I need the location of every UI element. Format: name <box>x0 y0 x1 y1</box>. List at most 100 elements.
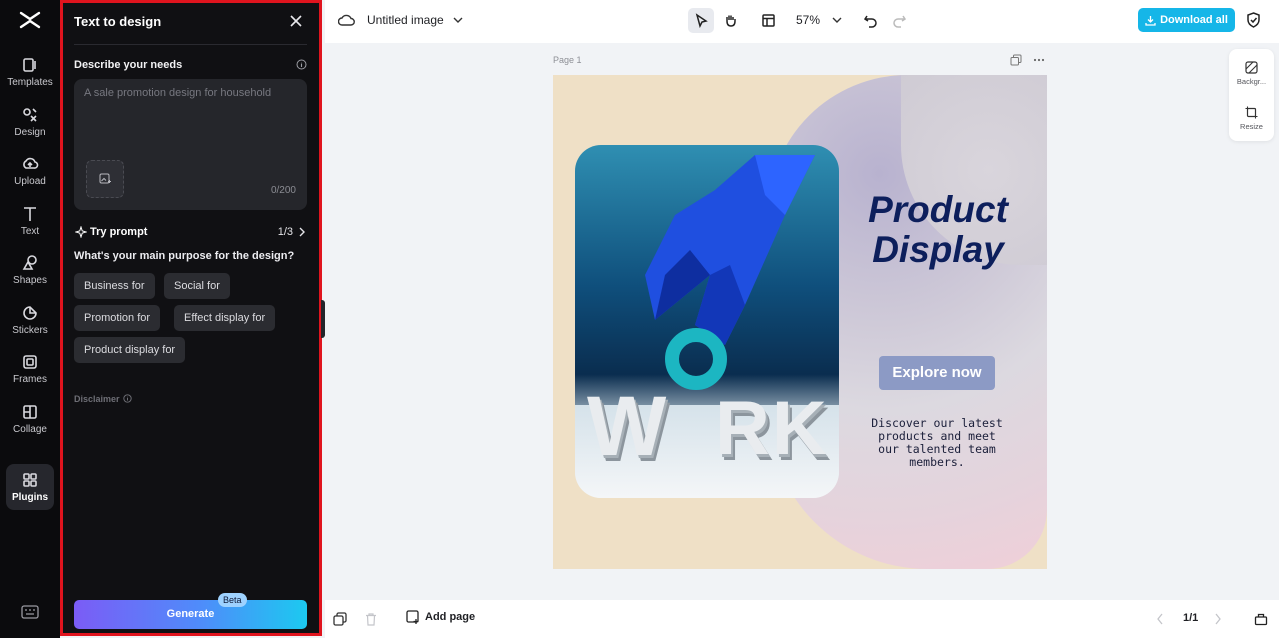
design-canvas[interactable]: W RK Product Display Explore now Discove… <box>553 75 1047 569</box>
disclaimer-label: Disclaimer <box>74 394 120 404</box>
shapes-icon <box>22 255 37 270</box>
resize-label: Resize <box>1240 121 1263 131</box>
design-icon <box>23 108 37 122</box>
shield-icon[interactable] <box>1246 12 1261 28</box>
prompt-chip-effect-display[interactable]: Effect display for <box>174 305 276 331</box>
chevron-down-icon[interactable] <box>453 16 463 24</box>
headline-text[interactable]: Product Display <box>853 190 1023 270</box>
explore-now-button[interactable]: Explore now <box>879 356 995 390</box>
pan-tool[interactable] <box>717 8 743 33</box>
layout-tool[interactable] <box>753 8 783 33</box>
collage-icon <box>23 405 37 419</box>
prompt-chip-business[interactable]: Business for <box>74 273 155 299</box>
char-counter: 0/200 <box>270 185 296 196</box>
rail-item-label: Shapes <box>13 275 47 286</box>
close-icon[interactable] <box>289 14 303 28</box>
more-options-icon[interactable] <box>1033 55 1045 65</box>
redo-icon <box>892 15 906 28</box>
prompt-chip-product-display[interactable]: Product display for <box>74 337 186 363</box>
rail-item-label: Stickers <box>12 325 48 336</box>
rail-item-label: Upload <box>14 176 46 187</box>
add-page-button[interactable]: Add page <box>406 610 475 624</box>
download-all-button[interactable]: Download all <box>1138 8 1235 32</box>
top-bar: Untitled image 57% Download all <box>325 0 1279 43</box>
resize-tool[interactable]: Resize <box>1229 98 1274 138</box>
rail-item-frames[interactable]: Frames <box>6 346 54 392</box>
info-icon[interactable] <box>296 59 307 70</box>
page-indicator: 1/1 <box>1183 612 1199 624</box>
cloud-sync-icon[interactable] <box>338 13 355 27</box>
prompt-input[interactable] <box>84 87 296 147</box>
teal-ring <box>665 328 727 390</box>
chevron-left-icon[interactable] <box>1155 612 1165 626</box>
rail-item-collage[interactable]: Collage <box>6 396 54 442</box>
rail-item-label: Design <box>14 127 46 138</box>
rail-item-label: Collage <box>13 424 47 435</box>
layout-icon <box>761 14 775 27</box>
bottom-bar: Add page 1/1 <box>325 600 1279 638</box>
layers-icon[interactable] <box>1254 612 1268 626</box>
try-prompt-row: Try prompt 1/3 <box>74 225 307 241</box>
prompt-page-indicator: 1/3 <box>277 226 293 238</box>
generate-button[interactable]: Generate <box>74 600 307 629</box>
beta-badge: Beta <box>218 593 247 607</box>
document-title[interactable]: Untitled image <box>367 13 444 27</box>
undo-button[interactable] <box>857 8 883 33</box>
zoom-level[interactable]: 57% <box>796 13 820 27</box>
blue-hand-illustration <box>645 155 815 345</box>
text-icon <box>24 207 36 221</box>
rail-item-label: Text <box>20 226 40 237</box>
redo-button[interactable] <box>886 8 912 33</box>
photo-letter-w: W <box>587 379 669 473</box>
pointer-icon <box>695 13 708 28</box>
add-page-icon <box>406 610 419 624</box>
panel-title: Text to design <box>74 14 162 29</box>
page-label: Page 1 <box>553 55 582 65</box>
rail-item-shapes[interactable]: Shapes <box>6 247 54 293</box>
add-image-icon <box>99 173 111 184</box>
divider <box>74 44 307 45</box>
headline-line-2: Display <box>872 229 1004 270</box>
side-tools: Backgr... Resize <box>1229 49 1274 141</box>
rail-item-plugins[interactable]: Plugins <box>6 464 54 510</box>
headline-line-1: Product <box>868 189 1008 230</box>
rail-item-label: Frames <box>13 374 47 385</box>
upload-icon <box>23 157 39 169</box>
copy-page-icon[interactable] <box>333 612 347 626</box>
rail-item-upload[interactable]: Upload <box>6 148 54 194</box>
try-prompt-label: Try prompt <box>90 226 148 238</box>
select-tool[interactable] <box>688 8 714 33</box>
disclaimer[interactable]: Disclaimer <box>74 394 132 404</box>
background-tool[interactable]: Backgr... <box>1229 53 1274 93</box>
image-upload-button[interactable] <box>86 160 124 198</box>
resize-icon <box>1245 106 1258 118</box>
prompt-chip-social[interactable]: Social for <box>164 273 230 299</box>
rail-item-templates[interactable]: Templates <box>6 49 54 95</box>
rail-item-stickers[interactable]: Stickers <box>6 297 54 343</box>
panel-collapse-handle[interactable] <box>321 300 325 338</box>
chevron-right-icon[interactable] <box>297 227 307 237</box>
keyboard-shortcuts-icon[interactable] <box>21 605 39 619</box>
trash-icon[interactable] <box>364 612 378 626</box>
rail-item-label: Plugins <box>11 492 49 503</box>
prompt-box: 0/200 <box>74 79 307 210</box>
plugins-icon <box>23 473 37 487</box>
duplicate-page-icon[interactable] <box>1010 54 1022 66</box>
prompt-chip-promotion[interactable]: Promotion for <box>74 305 161 331</box>
download-icon <box>1145 15 1156 26</box>
rail-item-text[interactable]: Text <box>6 198 54 244</box>
purpose-question: What's your main purpose for the design? <box>74 250 295 262</box>
describe-label: Describe your needs <box>74 59 183 71</box>
rail-item-label: Templates <box>7 77 53 88</box>
hand-icon <box>725 15 736 27</box>
sparkle-icon <box>75 226 87 238</box>
background-icon <box>1245 60 1258 74</box>
body-text[interactable]: Discover our latest products and meet ou… <box>871 417 1003 469</box>
capcut-logo-icon[interactable] <box>18 9 42 31</box>
frames-icon <box>23 355 37 369</box>
rail-item-design[interactable]: Design <box>6 99 54 145</box>
chevron-right-icon[interactable] <box>1213 612 1223 626</box>
work-3d-photo[interactable]: W RK <box>575 145 839 498</box>
chevron-down-icon[interactable] <box>832 16 842 24</box>
background-label: Backgr... <box>1236 76 1267 86</box>
